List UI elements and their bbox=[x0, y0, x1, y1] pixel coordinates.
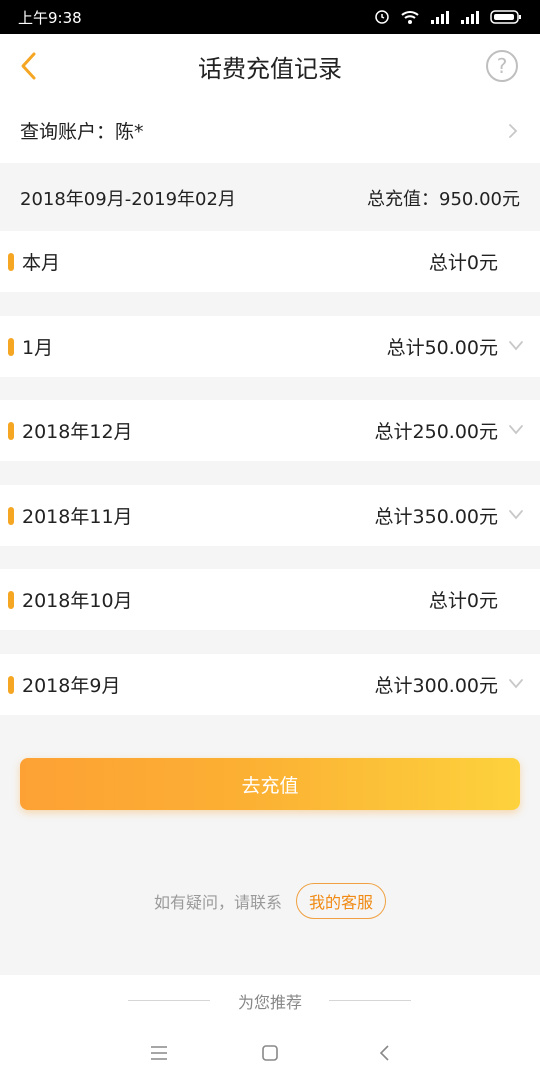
recommend-label: 为您推荐 bbox=[237, 993, 302, 1012]
month-total: 总计350.00元 bbox=[374, 506, 498, 528]
back-nav-button[interactable] bbox=[369, 1038, 399, 1068]
month-total: 总计250.00元 bbox=[374, 421, 498, 443]
menu-icon bbox=[151, 1046, 167, 1060]
chevron-down-icon bbox=[509, 510, 523, 520]
recharge-button-label: 去充值 bbox=[241, 774, 299, 797]
month-label: 2018年10月 bbox=[22, 590, 133, 612]
accent-bar bbox=[8, 338, 14, 356]
accent-bar bbox=[8, 507, 14, 525]
system-nav-bar bbox=[0, 1028, 540, 1080]
app-header: 话费充值记录 ? bbox=[0, 34, 540, 98]
accent-bar bbox=[8, 676, 14, 694]
back-button[interactable] bbox=[8, 46, 48, 86]
question-icon: ? bbox=[496, 54, 508, 78]
back-arrow-icon bbox=[379, 1045, 389, 1061]
month-total: 总计50.00元 bbox=[386, 337, 498, 359]
wifi-icon bbox=[401, 11, 419, 24]
summary-total: 总充值：950.00元 bbox=[367, 188, 520, 210]
signal-icon bbox=[431, 11, 449, 24]
accent-bar bbox=[8, 591, 14, 609]
month-row[interactable]: 2018年9月 总计300.00元 bbox=[0, 654, 540, 715]
month-total: 总计0元 bbox=[428, 252, 498, 274]
customer-service-label: 我的客服 bbox=[309, 893, 374, 912]
month-label: 2018年12月 bbox=[22, 421, 133, 443]
status-icons bbox=[374, 9, 522, 25]
summary-period: 2018年09月-2019年02月 bbox=[20, 188, 236, 210]
account-row[interactable]: 查询账户：陈* bbox=[0, 98, 540, 163]
home-square-icon bbox=[262, 1045, 278, 1061]
month-label: 2018年11月 bbox=[22, 506, 133, 528]
summary-row: 2018年09月-2019年02月 总充值：950.00元 bbox=[0, 164, 540, 231]
recharge-button[interactable]: 去充值 bbox=[20, 758, 520, 810]
divider-right bbox=[329, 1000, 411, 1001]
chevron-left-icon bbox=[21, 52, 36, 80]
home-nav-button[interactable] bbox=[255, 1038, 285, 1068]
account-label: 查询账户：陈* bbox=[20, 121, 144, 143]
menu-nav-button[interactable] bbox=[144, 1038, 174, 1068]
month-total: 总计0元 bbox=[428, 590, 498, 612]
accent-bar bbox=[8, 253, 14, 271]
support-line: 如有疑问，请联系 我的客服 bbox=[0, 882, 540, 920]
battery-icon bbox=[490, 10, 521, 24]
accent-bar bbox=[8, 422, 14, 440]
chevron-down-icon bbox=[509, 679, 523, 689]
page-title: 话费充值记录 bbox=[198, 54, 342, 83]
month-row[interactable]: 2018年10月 总计0元 bbox=[0, 569, 540, 630]
signal-icon-2 bbox=[461, 11, 479, 24]
month-label: 1月 bbox=[22, 337, 54, 359]
month-row[interactable]: 1月 总计50.00元 bbox=[0, 316, 540, 377]
help-button[interactable]: ? bbox=[486, 50, 518, 82]
support-hint: 如有疑问，请联系 bbox=[153, 893, 282, 912]
month-row[interactable]: 本月 总计0元 bbox=[0, 231, 540, 292]
alarm-icon bbox=[375, 10, 389, 24]
month-row[interactable]: 2018年12月 总计250.00元 bbox=[0, 400, 540, 461]
month-label: 本月 bbox=[22, 252, 61, 274]
status-bar: 上午9:38 bbox=[0, 0, 540, 34]
month-label: 2018年9月 bbox=[22, 675, 121, 697]
month-total: 总计300.00元 bbox=[374, 675, 498, 697]
status-time: 上午9:38 bbox=[18, 8, 82, 27]
chevron-right-icon bbox=[509, 123, 518, 138]
chevron-down-icon bbox=[509, 341, 523, 351]
chevron-down-icon bbox=[509, 425, 523, 435]
customer-service-button[interactable]: 我的客服 bbox=[296, 883, 387, 919]
month-row[interactable]: 2018年11月 总计350.00元 bbox=[0, 485, 540, 546]
